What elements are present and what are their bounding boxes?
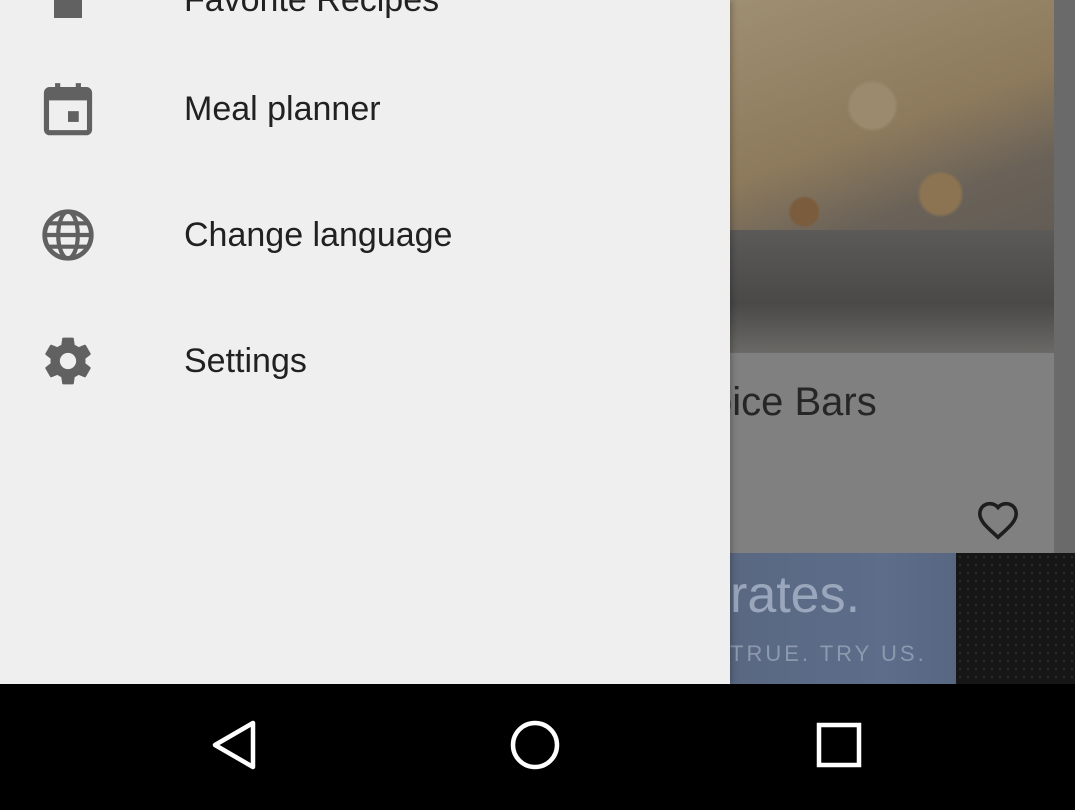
drawer-item-label: Settings (184, 341, 307, 380)
ad-dark-panel (956, 553, 1075, 684)
bookmark-icon (40, 0, 96, 28)
drawer-item-label: Change language (184, 215, 453, 254)
screen: pice Bars rates. TRUE. TRY US. Favorite … (0, 0, 1075, 684)
ad-tagline: TRUE. TRY US. (730, 641, 927, 666)
system-navigation-bar (0, 684, 1075, 810)
recents-button[interactable] (811, 719, 867, 775)
globe-icon (40, 207, 96, 263)
drawer-item-change-language[interactable]: Change language (0, 172, 730, 298)
drawer-item-settings[interactable]: Settings (0, 298, 730, 424)
drawer-item-label: Favorite Recipes (184, 0, 439, 20)
recents-square-icon (815, 721, 863, 774)
scroll-edge (1054, 0, 1075, 553)
home-button[interactable] (507, 719, 563, 775)
gear-icon (40, 333, 96, 389)
home-circle-icon (509, 719, 561, 776)
heart-outline-icon (976, 500, 1020, 540)
back-button[interactable] (206, 719, 262, 775)
navigation-drawer: Favorite Recipes Meal planner (0, 0, 730, 684)
drawer-item-meal-planner[interactable]: Meal planner (0, 46, 730, 172)
ad-headline: rates. (730, 566, 861, 624)
back-triangle-icon (209, 719, 259, 776)
calendar-icon (40, 81, 96, 137)
drawer-item-label: Meal planner (184, 89, 381, 128)
